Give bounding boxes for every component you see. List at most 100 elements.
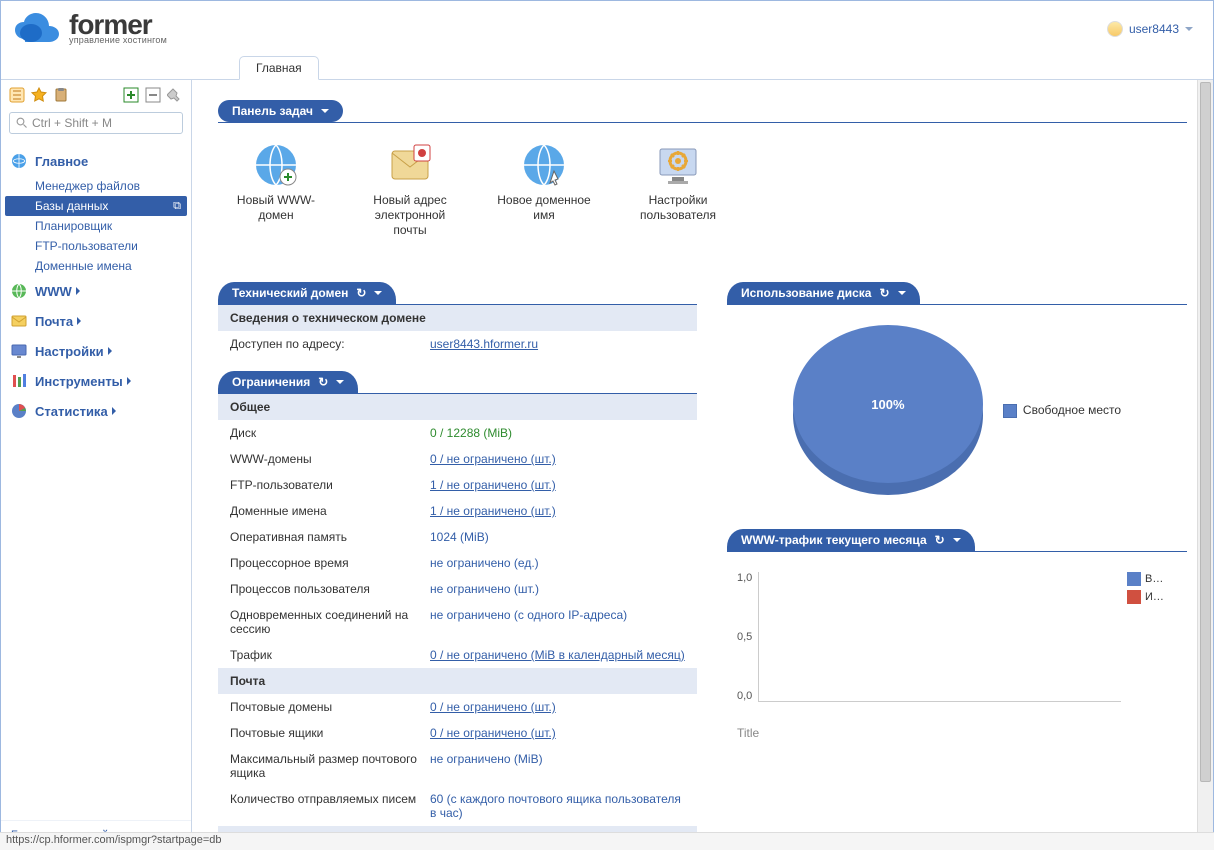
tab-main[interactable]: Главная bbox=[239, 56, 319, 80]
limits-row: Процессорное времяне ограничено (ед.) bbox=[218, 550, 697, 576]
limits-row: Почтовые домены0 / не ограничено (шт.) bbox=[218, 694, 697, 720]
traffic-footer: Title bbox=[727, 722, 1187, 752]
limits-key: Диск bbox=[230, 426, 430, 440]
chevron-right-icon bbox=[127, 377, 131, 385]
limits-row: WWW-домены0 / не ограничено (шт.) bbox=[218, 446, 697, 472]
axis-tick: 1,0 bbox=[737, 572, 752, 584]
nav-group-settings[interactable]: Настройки bbox=[1, 336, 191, 366]
limits-section-mail: Почта bbox=[218, 668, 697, 694]
minus-icon[interactable] bbox=[145, 87, 161, 103]
refresh-icon[interactable] bbox=[356, 286, 366, 300]
search-placeholder: Ctrl + Shift + M bbox=[32, 116, 112, 130]
axis-tick: 0,5 bbox=[737, 631, 752, 643]
scrollbar-vertical[interactable] bbox=[1197, 80, 1213, 849]
limits-row: Одновременных соединений на сессиюне огр… bbox=[218, 602, 697, 642]
task-label: Настройки пользователя bbox=[630, 193, 726, 223]
pie-label: 100% bbox=[793, 325, 983, 483]
tech-domain-link[interactable]: user8443.hformer.ru bbox=[430, 337, 538, 351]
limits-row: Максимальный размер почтового ящикане ог… bbox=[218, 746, 697, 786]
nav-group-mail[interactable]: Почта bbox=[1, 306, 191, 336]
limits-value: не ограничено (MiB) bbox=[430, 752, 685, 780]
tasks-panel-header[interactable]: Панель задач bbox=[218, 100, 343, 122]
nav-group-tools[interactable]: Инструменты bbox=[1, 366, 191, 396]
legend-row: В… bbox=[1127, 572, 1177, 586]
legend-swatch bbox=[1127, 590, 1141, 604]
scrollbar-thumb[interactable] bbox=[1200, 82, 1211, 782]
tools-icon bbox=[11, 373, 27, 389]
limits-value: не ограничено (с одного IP-адреса) bbox=[430, 608, 685, 636]
new-email-icon bbox=[386, 141, 434, 189]
disk-panel-header[interactable]: Использование диска bbox=[727, 282, 920, 304]
chevron-right-icon bbox=[108, 347, 112, 355]
limits-panel-header[interactable]: Ограничения bbox=[218, 371, 358, 393]
limits-row: Диск0 / 12288 (MiB) bbox=[218, 420, 697, 446]
disk-legend: Свободное место bbox=[1003, 403, 1121, 418]
pin-icon[interactable] bbox=[167, 87, 183, 103]
new-domain-icon bbox=[520, 141, 568, 189]
user-menu[interactable]: user8443 bbox=[1107, 21, 1193, 37]
chart-plot-area bbox=[758, 572, 1121, 702]
task-new-domain[interactable]: Новое доменное имя bbox=[496, 141, 592, 238]
task-label: Новое доменное имя bbox=[496, 193, 592, 223]
limits-value: не ограничено (ед.) bbox=[430, 556, 685, 570]
nav-group-main[interactable]: Главное bbox=[1, 146, 191, 176]
task-new-email[interactable]: Новый адрес электронной почты bbox=[362, 141, 458, 238]
limits-key: WWW-домены bbox=[230, 452, 430, 466]
user-name: user8443 bbox=[1129, 22, 1179, 36]
logo-tagline: управление хостингом bbox=[69, 35, 167, 45]
traffic-panel-header[interactable]: WWW-трафик текущего месяца bbox=[727, 529, 975, 551]
task-label: Новый WWW-домен bbox=[228, 193, 324, 223]
limits-value[interactable]: 0 / не ограничено (MiB в календарный мес… bbox=[430, 648, 685, 662]
tech-panel-header[interactable]: Технический домен bbox=[218, 282, 396, 304]
limits-row: Оперативная память1024 (MiB) bbox=[218, 524, 697, 550]
refresh-icon[interactable] bbox=[935, 533, 945, 547]
limits-value: не ограничено (шт.) bbox=[430, 582, 685, 596]
chevron-right-icon bbox=[112, 407, 116, 415]
monitor-icon bbox=[11, 343, 27, 359]
search-input[interactable]: Ctrl + Shift + M bbox=[9, 112, 183, 134]
task-user-settings[interactable]: Настройки пользователя bbox=[630, 141, 726, 238]
limits-key: Одновременных соединений на сессию bbox=[230, 608, 430, 636]
refresh-icon[interactable] bbox=[318, 375, 328, 389]
limits-section-general: Общее bbox=[218, 394, 697, 420]
legend-swatch bbox=[1127, 572, 1141, 586]
refresh-icon[interactable] bbox=[879, 286, 889, 300]
sidebar-toolbar bbox=[1, 84, 191, 106]
limits-value[interactable]: 1 / не ограничено (шт.) bbox=[430, 478, 685, 492]
limits-key: FTP-пользователи bbox=[230, 478, 430, 492]
task-label: Новый адрес электронной почты bbox=[362, 193, 458, 238]
nav-group-stats[interactable]: Статистика bbox=[1, 396, 191, 426]
chevron-down-icon bbox=[336, 380, 344, 384]
chevron-down-icon bbox=[374, 291, 382, 295]
limits-row: Количество отправляемых писем60 (с каждо… bbox=[218, 786, 697, 826]
axis-tick: 0,0 bbox=[737, 690, 752, 702]
disk-pie-chart: 100% bbox=[793, 325, 983, 495]
sidebar-item-ftp-пользователи[interactable]: FTP-пользователи bbox=[1, 236, 191, 256]
task-new-www-domain[interactable]: Новый WWW-домен bbox=[228, 141, 324, 238]
limits-value[interactable]: 0 / не ограничено (шт.) bbox=[430, 452, 685, 466]
plus-icon[interactable] bbox=[123, 87, 139, 103]
disk-panel: Использование диска 100% bbox=[727, 282, 1187, 515]
sidebar-item-доменные-имена[interactable]: Доменные имена bbox=[1, 256, 191, 276]
chevron-down-icon bbox=[1185, 27, 1193, 31]
sidebar-item-менеджер-файлов[interactable]: Менеджер файлов bbox=[1, 176, 191, 196]
sidebar-item-планировщик[interactable]: Планировщик bbox=[1, 216, 191, 236]
limits-key: Доменные имена bbox=[230, 504, 430, 518]
limits-key: Почтовые домены bbox=[230, 700, 430, 714]
limits-value[interactable]: 1 / не ограничено (шт.) bbox=[430, 504, 685, 518]
limits-value[interactable]: 0 / не ограничено (шт.) bbox=[430, 726, 685, 740]
cloud-icon bbox=[11, 11, 63, 47]
limits-key: Количество отправляемых писем bbox=[230, 792, 430, 820]
list-icon[interactable] bbox=[9, 87, 25, 103]
tech-domain-panel: Технический домен Сведения о техническом… bbox=[218, 282, 697, 357]
chevron-down-icon bbox=[321, 109, 329, 113]
limits-value: 1024 (MiB) bbox=[430, 530, 685, 544]
clipboard-icon[interactable] bbox=[53, 87, 69, 103]
star-icon[interactable] bbox=[31, 87, 47, 103]
nav-group-www[interactable]: WWW bbox=[1, 276, 191, 306]
globe-icon bbox=[11, 283, 27, 299]
limits-row: Почтовые ящики0 / не ограничено (шт.) bbox=[218, 720, 697, 746]
legend-swatch bbox=[1003, 404, 1017, 418]
sidebar-item-базы-данных[interactable]: Базы данных⧉ bbox=[5, 196, 187, 216]
limits-value[interactable]: 0 / не ограничено (шт.) bbox=[430, 700, 685, 714]
